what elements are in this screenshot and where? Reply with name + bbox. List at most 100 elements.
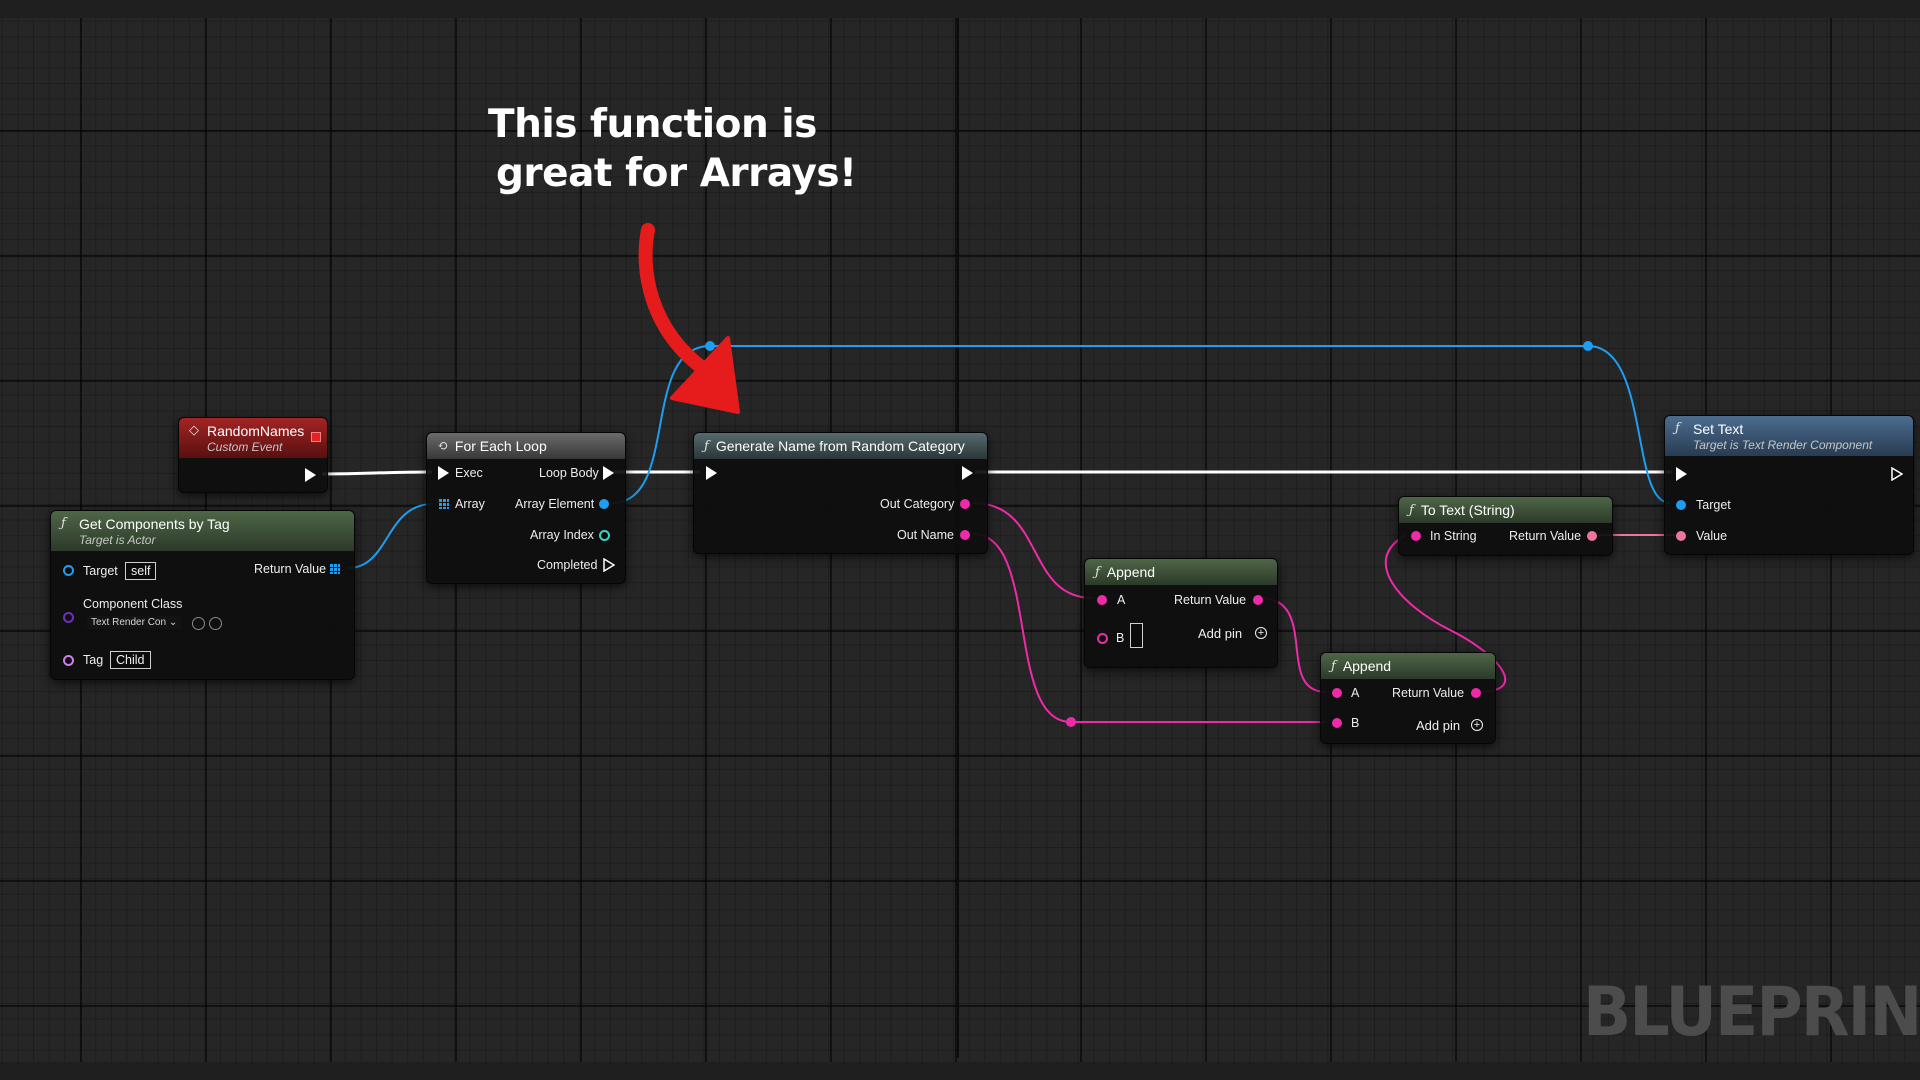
b-pin[interactable] — [1097, 633, 1108, 644]
to-text-node[interactable]: ƒ To Text (String) In String Return Valu… — [1398, 496, 1613, 556]
exec-out-pin[interactable] — [305, 468, 316, 482]
function-icon: ƒ — [1095, 564, 1100, 580]
b-pin[interactable] — [1332, 718, 1342, 728]
out-category-label: Out Category — [880, 497, 955, 511]
array-element-pin[interactable] — [599, 499, 609, 509]
annotation-line1: This function is — [488, 102, 817, 147]
completed-pin[interactable] — [603, 558, 615, 572]
function-icon: ƒ — [704, 438, 709, 454]
return-value-pin[interactable] — [1253, 595, 1263, 605]
add-pin-label: Add pin — [1198, 626, 1243, 641]
array-grid-icon[interactable] — [439, 499, 449, 509]
return-value-label: Return Value — [1174, 593, 1247, 607]
add-pin-icon[interactable]: + — [1255, 627, 1267, 639]
array-index-label: Array Index — [530, 528, 594, 542]
node-subtitle: Target is Actor — [79, 532, 156, 547]
for-each-loop-node[interactable]: ⟲ For Each Loop Exec Loop Body Array Arr… — [426, 432, 626, 584]
node-title: Get Components by Tag — [79, 515, 230, 532]
custom-event-node[interactable]: ◇ RandomNames Custom Event — [178, 417, 328, 493]
get-components-by-tag-node[interactable]: ƒ Get Components by Tag Target is Actor … — [50, 510, 355, 680]
exec-out-pin[interactable] — [962, 466, 973, 480]
node-header: ƒ Get Components by Tag Target is Actor — [51, 511, 354, 551]
component-class-pin[interactable] — [63, 612, 74, 623]
search-icon[interactable] — [209, 617, 222, 630]
set-text-node[interactable]: ƒ Set Text Target is Text Render Compone… — [1664, 415, 1914, 555]
loop-body-pin[interactable] — [603, 466, 614, 480]
append-node-1[interactable]: ƒ Append A Return Value B Add pin + — [1084, 558, 1278, 668]
node-subtitle: Custom Event — [207, 439, 283, 454]
node-title: To Text (String) — [1420, 502, 1515, 518]
value-label: Value — [1696, 529, 1728, 543]
out-name-pin[interactable] — [960, 530, 970, 540]
a-label: A — [1117, 593, 1126, 607]
loop-icon: ⟲ — [437, 438, 448, 454]
node-header: ƒ To Text (String) — [1399, 497, 1612, 523]
component-class-label: Component Class — [83, 597, 183, 611]
a-pin[interactable] — [1097, 595, 1107, 605]
event-delegate-icon[interactable] — [311, 432, 321, 442]
add-pin-icon[interactable]: + — [1471, 719, 1483, 731]
node-header: ƒ Append — [1321, 653, 1495, 679]
exec-in-pin[interactable] — [1676, 467, 1687, 481]
chevron-down-icon: ⌄ — [168, 617, 178, 628]
add-pin-label: Add pin — [1416, 718, 1461, 733]
target-value-field[interactable]: self — [125, 562, 157, 580]
b-value-field[interactable] — [1130, 623, 1143, 648]
target-pin[interactable] — [63, 565, 74, 576]
event-diamond-icon: ◇ — [189, 423, 199, 438]
exec-out-pin[interactable] — [1891, 467, 1903, 481]
node-header: ⟲ For Each Loop — [427, 433, 625, 459]
return-value-label: Return Value — [1392, 686, 1465, 700]
generate-name-node[interactable]: ƒ Generate Name from Random Category Out… — [693, 432, 988, 554]
node-header: ƒ Append — [1085, 559, 1277, 585]
node-title: Generate Name from Random Category — [715, 438, 965, 454]
function-icon: ƒ — [1331, 658, 1336, 674]
add-pin-button[interactable]: Add pin — [1416, 718, 1460, 733]
a-pin[interactable] — [1332, 688, 1342, 698]
array-grid-icon[interactable] — [330, 564, 340, 574]
component-class-dropdown[interactable]: Text Render Con ⌄ — [87, 616, 182, 629]
tag-label: Tag — [83, 653, 104, 667]
append-node-2[interactable]: ƒ Append A Return Value B Add pin + — [1320, 652, 1496, 744]
add-pin-button[interactable]: Add pin — [1198, 626, 1242, 641]
loop-body-label: Loop Body — [539, 466, 599, 480]
b-label: B — [1351, 716, 1360, 730]
array-label: Array — [455, 497, 485, 511]
return-value-label: Return Value — [1509, 529, 1582, 543]
node-title: Set Text — [1693, 420, 1744, 437]
node-title: Append — [1342, 658, 1392, 674]
a-label: A — [1351, 686, 1360, 700]
browse-icon[interactable] — [192, 617, 205, 630]
node-title: RandomNames — [207, 422, 305, 439]
blueprint-watermark: BLUEPRINT — [1583, 973, 1920, 1052]
out-category-pin[interactable] — [960, 499, 970, 509]
tag-value-field[interactable]: Child — [110, 651, 151, 669]
completed-label: Completed — [537, 558, 598, 572]
b-label: B — [1116, 631, 1125, 645]
in-string-label: In String — [1430, 529, 1477, 543]
out-name-label: Out Name — [897, 528, 954, 542]
annotation-line2: great for Arrays! — [496, 151, 857, 196]
annotation-text: This function is great for Arrays! — [488, 100, 928, 198]
tag-pin[interactable] — [63, 655, 74, 666]
node-header: ƒ Set Text Target is Text Render Compone… — [1665, 416, 1913, 456]
node-header: ◇ RandomNames Custom Event — [179, 418, 327, 458]
value-pin[interactable] — [1676, 531, 1686, 541]
function-icon: ƒ — [61, 516, 66, 531]
target-label: Target — [1696, 498, 1731, 512]
return-value-label: Return Value — [254, 562, 327, 576]
node-title: Append — [1106, 564, 1156, 580]
target-pin[interactable] — [1676, 500, 1686, 510]
in-string-pin[interactable] — [1411, 531, 1421, 541]
array-index-pin[interactable] — [599, 530, 610, 541]
exec-in-pin[interactable] — [706, 466, 717, 480]
target-label: Target — [83, 564, 118, 578]
return-value-pin[interactable] — [1471, 688, 1481, 698]
node-header: ƒ Generate Name from Random Category — [694, 433, 987, 459]
exec-in-pin[interactable] — [438, 466, 449, 480]
component-class-value: Text Render Con — [91, 617, 167, 628]
return-value-pin[interactable] — [1587, 531, 1597, 541]
function-icon: ƒ — [1675, 421, 1680, 436]
array-element-label: Array Element — [515, 497, 595, 511]
node-subtitle: Target is Text Render Component — [1693, 437, 1873, 452]
